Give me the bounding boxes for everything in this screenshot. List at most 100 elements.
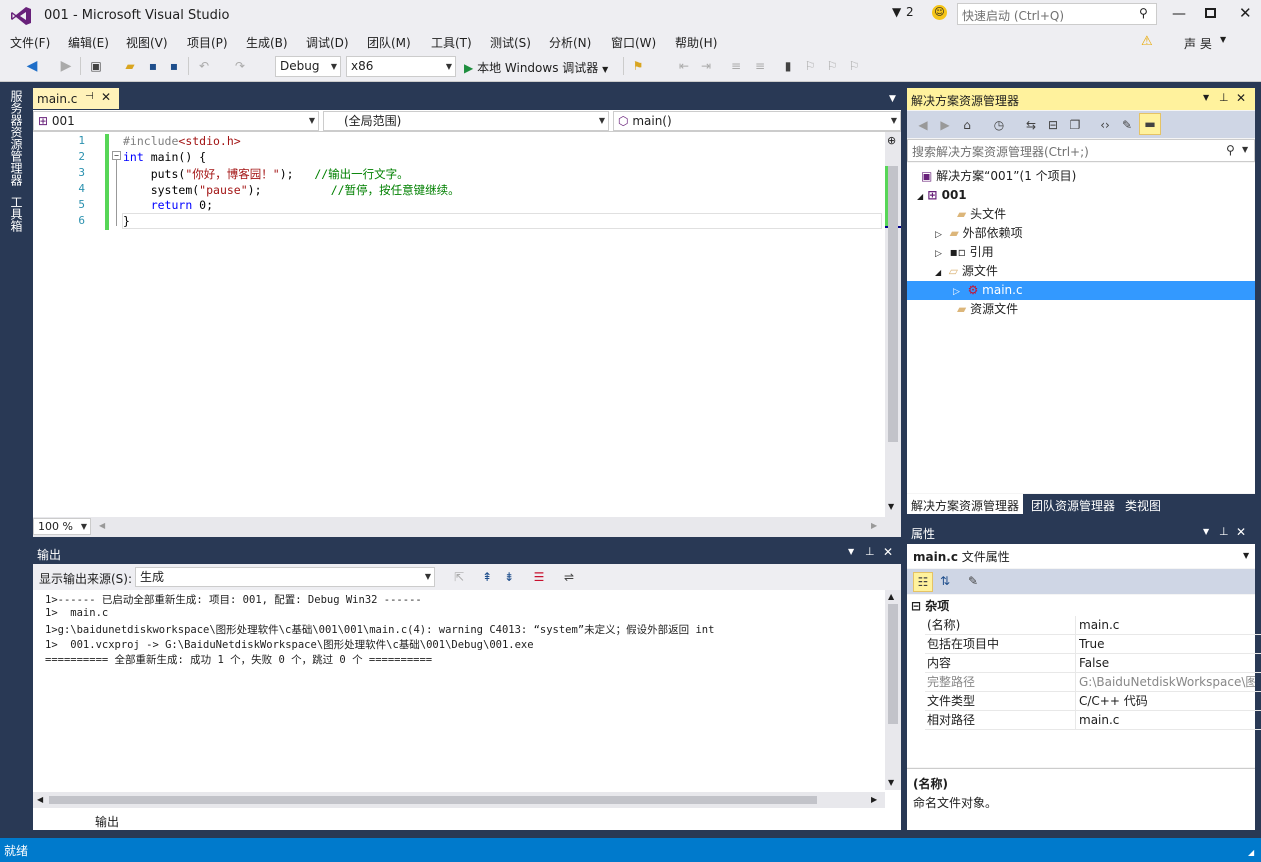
menu-team[interactable]: 团队(M): [367, 34, 411, 51]
close-icon[interactable]: ✕: [883, 545, 893, 559]
open-file-icon[interactable]: ▰: [122, 58, 138, 74]
menu-project[interactable]: 项目(P): [187, 34, 228, 51]
notification-count[interactable]: 2: [906, 5, 914, 19]
menu-debug[interactable]: 调试(D): [306, 34, 349, 51]
scroll-down-icon[interactable]: ▼: [888, 502, 894, 511]
alphabetical-icon[interactable]: ⇅: [937, 573, 953, 589]
close-icon[interactable]: ✕: [1236, 91, 1246, 105]
property-value[interactable]: C/C++ 代码: [1079, 692, 1255, 710]
home-icon[interactable]: ⌂: [959, 117, 975, 133]
panel-menu-icon[interactable]: ▼: [1203, 527, 1209, 536]
collapse-icon[interactable]: ⊟: [911, 599, 921, 613]
project-scope-select[interactable]: ⊞ 001 ▼: [33, 111, 319, 131]
find-in-files-icon[interactable]: ⚑: [630, 58, 646, 74]
tree-item-header-files[interactable]: ▰ 头文件: [957, 205, 1006, 224]
scroll-left-icon[interactable]: ◀: [99, 521, 105, 530]
collapsed-arrow-icon[interactable]: ▷: [953, 287, 960, 297]
quick-launch-input[interactable]: 快速启动 (Ctrl+Q): [957, 3, 1157, 25]
preview-selected-icon[interactable]: ▬: [1139, 113, 1161, 135]
grid-splitter[interactable]: [1075, 616, 1076, 730]
search-icon[interactable]: ⚲: [1139, 6, 1148, 20]
property-value[interactable]: main.c: [1079, 711, 1255, 729]
member-select[interactable]: ⬡ main() ▼: [613, 111, 901, 131]
undo-icon[interactable]: ↶: [196, 58, 212, 74]
expanded-arrow-icon[interactable]: ◢: [935, 268, 941, 277]
chevron-down-icon[interactable]: ▼: [1220, 35, 1226, 44]
collapse-region-icon[interactable]: −: [112, 151, 121, 160]
output-text[interactable]: 1>------ 已启动全部重新生成: 项目: 001, 配置: Debug W…: [33, 590, 885, 790]
menu-view[interactable]: 视图(V): [126, 34, 168, 51]
clear-all-icon[interactable]: ☰: [531, 569, 547, 585]
output-horizontal-scrollbar[interactable]: ◀ ▶: [33, 792, 885, 808]
expanded-arrow-icon[interactable]: ◢: [917, 192, 923, 201]
properties-object-select[interactable]: main.c 文件属性 ▼: [907, 544, 1255, 568]
tab-solution-explorer[interactable]: 解决方案资源管理器: [907, 494, 1024, 514]
tab-main-c[interactable]: main.c ⊣ ✕: [33, 88, 119, 109]
menu-edit[interactable]: 编辑(E): [68, 34, 109, 51]
scroll-thumb[interactable]: [888, 604, 898, 724]
panel-menu-icon[interactable]: ▼: [1203, 93, 1209, 102]
menu-file[interactable]: 文件(F): [10, 34, 50, 51]
tab-error-list[interactable]: 错误列表: [33, 810, 89, 830]
pin-icon[interactable]: ⊥: [865, 545, 875, 558]
tab-output[interactable]: 输出: [91, 810, 124, 830]
split-editor-icon[interactable]: ⊕: [887, 134, 896, 147]
next-bookmark-icon[interactable]: ⚐: [824, 58, 840, 74]
scroll-thumb[interactable]: [49, 796, 817, 804]
resize-grip-icon[interactable]: ◢: [1248, 848, 1254, 857]
redo-icon[interactable]: ↷: [232, 58, 248, 74]
collapsed-arrow-icon[interactable]: ▷: [935, 249, 942, 259]
toolbox-tab[interactable]: 工具箱: [8, 196, 25, 232]
scroll-right-icon[interactable]: ▶: [871, 521, 877, 530]
property-row[interactable]: (名称) main.c: [925, 616, 1261, 635]
scroll-down-icon[interactable]: ▼: [888, 778, 894, 787]
back-icon[interactable]: ◀: [915, 117, 931, 133]
property-pages-icon[interactable]: ✎: [965, 573, 981, 589]
property-row[interactable]: 包括在项目中 True: [925, 635, 1261, 654]
forward-icon[interactable]: ▶: [937, 117, 953, 133]
scroll-thumb[interactable]: [888, 166, 898, 442]
tree-item-project[interactable]: ◢ ⊞ 001: [917, 186, 967, 205]
pending-changes-filter-icon[interactable]: ◷: [991, 117, 1007, 133]
menu-window[interactable]: 窗口(W): [611, 34, 656, 51]
global-scope-select[interactable]: (全局范围) ▼: [323, 111, 609, 131]
property-row[interactable]: 内容 False: [925, 654, 1261, 673]
search-icon[interactable]: ⚲: [1226, 143, 1235, 157]
close-tab-icon[interactable]: ✕: [101, 90, 111, 104]
navigate-back-icon[interactable]: ◀: [24, 58, 40, 74]
new-project-icon[interactable]: ▣: [88, 58, 104, 74]
feedback-smiley-icon[interactable]: ☺: [932, 5, 947, 20]
minimize-button[interactable]: —: [1172, 6, 1186, 22]
property-value[interactable]: True: [1079, 635, 1255, 653]
close-window-button[interactable]: ✕: [1239, 4, 1252, 22]
menu-analyze[interactable]: 分析(N): [549, 34, 591, 51]
scroll-right-icon[interactable]: ▶: [871, 795, 877, 804]
tree-item-source-files[interactable]: ◢ ▱ 源文件: [935, 262, 998, 281]
property-row[interactable]: 完整路径 G:\BaiduNetdiskWorkspace\图: [925, 673, 1261, 692]
tree-item-references[interactable]: ▷ ▪▫ 引用: [935, 243, 994, 262]
scroll-up-icon[interactable]: ▲: [888, 592, 894, 601]
properties-wrench-icon[interactable]: ✎: [1119, 117, 1135, 133]
output-source-select[interactable]: 生成 ▼: [135, 567, 435, 587]
prev-bookmark-icon[interactable]: ⚐: [802, 58, 818, 74]
tab-overflow-icon[interactable]: ▼: [889, 94, 896, 104]
pin-icon[interactable]: ⊥: [1219, 525, 1229, 538]
prev-message-icon[interactable]: ⇞: [479, 569, 495, 585]
zoom-select[interactable]: 100 % ▼: [33, 518, 91, 535]
tree-item-solution[interactable]: ▣ 解决方案“001”(1 个项目): [921, 167, 1076, 186]
menu-build[interactable]: 生成(B): [246, 34, 288, 51]
tree-item-main-c[interactable]: ▷ ⚙ main.c: [907, 281, 1255, 300]
tree-item-external-deps[interactable]: ▷ ▰ 外部依赖项: [935, 224, 1023, 243]
bookmark-icon[interactable]: ▮: [780, 58, 796, 74]
property-row[interactable]: 相对路径 main.c: [925, 711, 1261, 730]
save-icon[interactable]: ▪: [145, 58, 161, 74]
category-杂项[interactable]: ⊟ 杂项: [911, 597, 949, 614]
chevron-down-icon[interactable]: ▼: [1243, 551, 1249, 560]
close-icon[interactable]: ✕: [1236, 525, 1246, 539]
tab-team-explorer[interactable]: 团队资源管理器: [1027, 494, 1119, 514]
property-row[interactable]: 文件类型 C/C++ 代码: [925, 692, 1261, 711]
save-all-icon[interactable]: ▪: [166, 58, 182, 74]
property-value[interactable]: False: [1079, 654, 1255, 672]
menu-test[interactable]: 测试(S): [490, 34, 531, 51]
scroll-left-icon[interactable]: ◀: [37, 795, 43, 804]
